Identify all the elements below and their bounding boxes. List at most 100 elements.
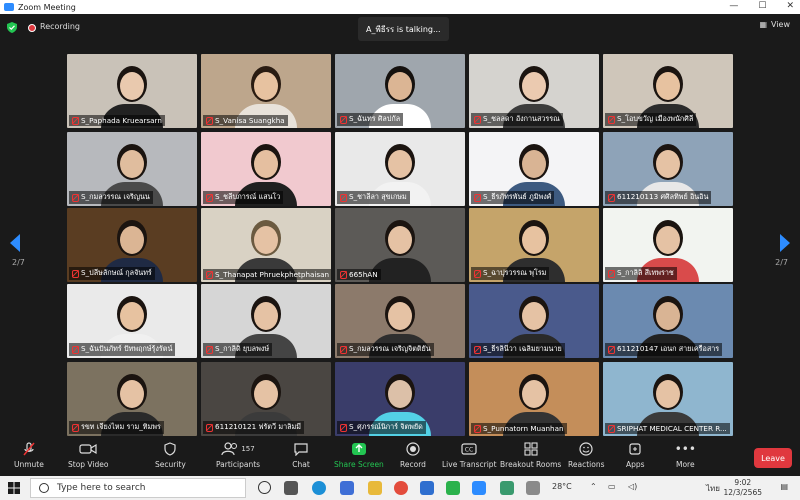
more-button[interactable]: ••• More — [675, 442, 696, 469]
participant-name: S_Thanapat Phruekphetphaisan — [215, 270, 330, 279]
participant-tile[interactable]: S_ชาลีลา สุขเกษม — [335, 132, 465, 206]
participant-name: S_Punnatorn Muanhan — [483, 424, 564, 433]
participant-face — [120, 226, 144, 254]
participant-tile[interactable]: รขท เจียงไหม ราม_ทิมพร — [67, 362, 197, 436]
participants-button[interactable]: 157 Participants — [216, 442, 260, 469]
live-transcript-button[interactable]: CC Live Transcript — [442, 442, 497, 469]
participant-tile[interactable]: S_Vanisa Suangkha — [201, 54, 331, 128]
apps-button[interactable]: Apps — [626, 442, 645, 469]
mic-muted-icon — [72, 269, 79, 278]
participant-tile[interactable]: S_Punnatorn Muanhan — [469, 362, 599, 436]
mic-muted-icon — [20, 442, 38, 456]
participant-tile[interactable]: S_ชลลดา อังกานสวรรณ — [469, 54, 599, 128]
network-icon[interactable]: ▭ — [608, 482, 616, 491]
participant-name: รขท เจียงไหม ราม_ทิมพร — [81, 422, 161, 431]
zoom-taskbar-icon[interactable] — [472, 481, 486, 495]
participant-tile[interactable]: S_กมลวรรณ เจริญนน — [67, 132, 197, 206]
participant-tile[interactable]: S_กาลิดิ ยุบลพงษ์ — [201, 284, 331, 358]
minimize-icon[interactable]: — — [729, 1, 738, 11]
file-explorer-icon[interactable] — [368, 481, 382, 495]
participant-tile[interactable]: S_Paphada Kruearsarn — [67, 54, 197, 128]
meeting-topbar: Recording A_พีธีรร is talking... ▦ View — [0, 14, 800, 44]
participant-tile[interactable]: S_โอบขวัญ เมืองพนักศิลี — [603, 54, 733, 128]
participant-name-label: 665hAN — [337, 269, 381, 280]
participant-tile[interactable]: S_ธีรภัทรพันธ์ ภูมิพงศ์ — [469, 132, 599, 206]
participant-tile[interactable]: S_ธีรลินีวา เฉลิมยามนาย — [469, 284, 599, 358]
cortana-icon[interactable] — [258, 481, 271, 494]
record-icon — [404, 442, 422, 456]
taskbar-clock[interactable]: 9:02 12/3/2565 — [724, 478, 762, 498]
participant-tile[interactable]: S_ฉาปุรวรรณ พุโรม — [469, 208, 599, 282]
participant-tile[interactable]: 611210121 ฟรัตวี มาลิมมี — [201, 362, 331, 436]
mic-muted-icon — [206, 423, 213, 432]
participant-name-label: S_ฉันทร ศิลปกัล — [337, 113, 404, 126]
store-icon[interactable] — [340, 481, 354, 495]
view-button[interactable]: ▦ View — [759, 20, 790, 29]
task-view-icon[interactable] — [284, 481, 298, 495]
mic-muted-icon — [474, 269, 481, 278]
previous-page-arrow-icon[interactable] — [10, 234, 20, 252]
security-button[interactable]: Security — [155, 442, 186, 469]
participant-tile[interactable]: S_กาลิลิ สีเทพราช — [603, 208, 733, 282]
tray-chevron-icon[interactable]: ⌃ — [590, 482, 597, 491]
participant-tile[interactable]: 611210113 ศศิลทิพย์ อินอิน — [603, 132, 733, 206]
app-icon[interactable] — [526, 481, 540, 495]
leave-button[interactable]: Leave — [754, 448, 792, 468]
mic-muted-icon — [72, 193, 79, 202]
chrome-icon[interactable] — [394, 481, 408, 495]
participant-tile[interactable]: SRIPHAT MEDICAL CENTER R... — [603, 362, 733, 436]
mail-icon[interactable] — [420, 481, 434, 495]
mic-muted-icon — [206, 193, 213, 202]
line-app-icon[interactable] — [446, 481, 460, 495]
participant-face — [388, 380, 412, 408]
windows-start-icon[interactable] — [8, 482, 20, 494]
weather-label[interactable]: 28°C — [552, 482, 572, 491]
chat-button[interactable]: Chat — [292, 442, 310, 469]
participant-tile[interactable]: S_ศุภรรณ์นิการ์ จิตพยัด — [335, 362, 465, 436]
mic-muted-icon — [340, 115, 347, 124]
participant-tile[interactable]: S_Thanapat Phruekphetphaisan — [201, 208, 331, 282]
language-indicator[interactable]: ไทย — [706, 482, 720, 495]
participant-name-label: S_ปลีษลักษณ์ กุลจันทร์ — [69, 267, 155, 280]
participant-name-label: 611210113 ศศิลทิพย์ อินอิน — [605, 191, 712, 204]
next-page-arrow-icon[interactable] — [780, 234, 790, 252]
active-speaker-indicator: A_พีธีรร is talking... — [358, 17, 449, 41]
participant-tile[interactable]: S_ชลีบภารณ์ แสนโว — [201, 132, 331, 206]
spreadsheet-app-icon[interactable] — [500, 481, 514, 495]
mic-muted-icon — [72, 345, 79, 354]
notifications-icon[interactable]: ▤ — [780, 482, 788, 491]
participant-face — [522, 226, 546, 254]
record-label: Record — [400, 460, 426, 469]
participant-tile[interactable]: 665hAN — [335, 208, 465, 282]
participant-name: S_ชลีบภารณ์ แสนโว — [215, 192, 281, 201]
participant-tile[interactable]: S_ฉันปันภัทร์ ปัทพฤกษ์รุ้งรัตน์ — [67, 284, 197, 358]
participant-name: S_Vanisa Suangkha — [215, 116, 285, 125]
mic-muted-icon — [340, 270, 347, 279]
participant-tile[interactable]: S_ปลีษลักษณ์ กุลจันทร์ — [67, 208, 197, 282]
mic-muted-icon — [608, 424, 615, 433]
reactions-button[interactable]: Reactions — [568, 442, 604, 469]
stop-video-button[interactable]: Stop Video — [68, 442, 108, 469]
edge-browser-icon[interactable] — [312, 481, 326, 495]
participant-face — [388, 226, 412, 254]
maximize-icon[interactable]: ☐ — [758, 1, 766, 11]
window-controls: — ☐ ✕ — [729, 1, 794, 11]
participant-face — [388, 150, 412, 178]
share-screen-button[interactable]: Share Screen — [334, 442, 384, 469]
security-shield-icon[interactable] — [7, 22, 17, 33]
close-icon[interactable]: ✕ — [786, 1, 794, 11]
mic-muted-icon — [206, 116, 213, 125]
record-button[interactable]: Record — [400, 442, 426, 469]
volume-icon[interactable]: ◁) — [628, 482, 637, 491]
taskbar-search-box[interactable]: Type here to search — [30, 478, 246, 498]
participant-name-label: S_Punnatorn Muanhan — [471, 423, 567, 434]
unmute-button[interactable]: Unmute — [14, 442, 44, 469]
participant-name: 611210113 ศศิลทิพย์ อินอิน — [617, 192, 709, 201]
mic-muted-icon — [206, 270, 213, 279]
participant-tile[interactable]: S_ฉันทร ศิลปกัล — [335, 54, 465, 128]
participant-tile[interactable]: 611210147 เอนก สายเครือสาร — [603, 284, 733, 358]
breakout-rooms-button[interactable]: Breakout Rooms — [500, 442, 561, 469]
participant-tile[interactable]: S_กมลวรรณ เจริญจิตติยัน — [335, 284, 465, 358]
participant-face — [522, 72, 546, 100]
reactions-label: Reactions — [568, 460, 605, 469]
